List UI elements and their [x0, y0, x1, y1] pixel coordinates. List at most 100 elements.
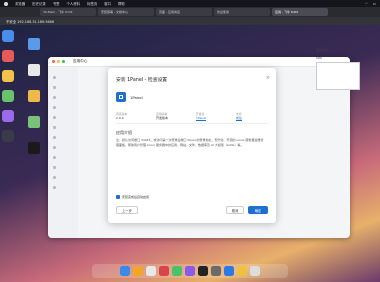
category-icon: [53, 95, 56, 99]
vscode-icon[interactable]: [224, 266, 234, 276]
tab-store[interactable]: 页面 - 应用商店: [156, 8, 212, 16]
sidebar-item[interactable]: [48, 112, 78, 122]
meta-value-version-required: 2.0.0: [116, 116, 124, 120]
sidebar-item[interactable]: [48, 82, 78, 92]
address-bar[interactable]: 不安全 192.168.31.189:5666: [0, 17, 380, 25]
trash-icon[interactable]: [250, 266, 260, 276]
desktop-icon-4[interactable]: [28, 116, 40, 128]
auto-start-label[interactable]: 安装完成后自动启用: [122, 195, 149, 199]
desktop-icon-1[interactable]: [28, 38, 40, 50]
launchpad-icon[interactable]: [133, 266, 143, 276]
apple-icon[interactable]: [4, 1, 8, 6]
confirm-button[interactable]: 确定: [248, 206, 268, 214]
desktop-icon-2[interactable]: [28, 64, 40, 76]
settings-app-icon[interactable]: [2, 90, 14, 102]
app-center-sidebar: [48, 67, 78, 238]
tab-fnos-apps[interactable]: 应用 - 飞牛 fnOS: [272, 8, 328, 16]
tab-docs[interactable]: 安装部署 - 文档中心: [98, 8, 154, 16]
category-icon: [53, 175, 56, 179]
close-window-icon[interactable]: [52, 60, 55, 63]
developer-link[interactable]: 1Panel: [196, 116, 206, 120]
files-app-icon[interactable]: [2, 30, 14, 42]
window-title: 应用中心: [73, 59, 88, 63]
divider: [116, 123, 268, 124]
terminal-app-icon[interactable]: [2, 110, 14, 122]
category-icon: [53, 105, 56, 109]
sidebar-item[interactable]: [48, 142, 78, 152]
desktop-icon-5[interactable]: [28, 142, 40, 154]
cancel-button[interactable]: 取消: [226, 206, 244, 214]
notes-icon[interactable]: [237, 266, 247, 276]
menu-profile[interactable]: 个人资料: [67, 1, 81, 6]
category-icon: [53, 75, 56, 79]
wechat-icon[interactable]: [172, 266, 182, 276]
music-icon[interactable]: [185, 266, 195, 276]
1panel-logo: [116, 92, 126, 102]
tab-fnos-mark[interactable]: 3X-Mark - 飞牛 fnOS: [40, 8, 96, 16]
menu-browser[interactable]: 浏览器: [15, 1, 25, 6]
close-icon[interactable]: ×: [266, 75, 270, 81]
tab-welcome[interactable]: 欢迎使用: [214, 8, 270, 16]
photo-icon: [28, 90, 40, 102]
meta-value-app-version: 开发版本: [156, 116, 169, 120]
dialog-title: 安装 1Panel - 检查设置: [116, 78, 168, 83]
sidebar-item[interactable]: [48, 92, 78, 102]
store-app-icon[interactable]: [2, 50, 14, 62]
settings-dock-icon[interactable]: [211, 266, 221, 276]
tab-bar: 3X-Mark - 飞牛 fnOS 安装部署 - 文档中心 页面 - 应用商店 …: [0, 7, 380, 17]
safari-icon[interactable]: [146, 266, 156, 276]
category-icon: [53, 85, 56, 89]
folder-icon: [28, 38, 40, 50]
sidebar-item[interactable]: [48, 122, 78, 132]
maximize-window-icon[interactable]: [62, 60, 65, 63]
app-description: 注：默认访问端口 34945，或访问第一次登录后端口 Panel 的登录地址，现…: [116, 138, 264, 147]
finder-icon[interactable]: [120, 266, 130, 276]
sidebar-item[interactable]: [48, 182, 78, 192]
sidebar-item[interactable]: [48, 152, 78, 162]
sidebar-item[interactable]: [48, 162, 78, 172]
wps-icon[interactable]: [159, 266, 169, 276]
battery-icon[interactable]: ▭: [373, 2, 376, 6]
cpu-graph: [316, 62, 360, 90]
menu-history[interactable]: 历史记录: [32, 1, 46, 6]
minimize-window-icon[interactable]: [57, 60, 60, 63]
sidebar-item[interactable]: [48, 132, 78, 142]
sidebar-item[interactable]: [48, 172, 78, 182]
category-icon: [53, 115, 56, 119]
sidebar-item[interactable]: [48, 102, 78, 112]
wifi-icon[interactable]: ◠: [365, 2, 368, 6]
auto-start-checkbox[interactable]: [116, 195, 120, 199]
sync-icon: [28, 116, 40, 128]
category-icon: [53, 135, 56, 139]
sidebar-item[interactable]: [48, 72, 78, 82]
menu-bookmarks[interactable]: 书签: [53, 1, 60, 6]
support-link[interactable]: 前往: [236, 116, 242, 120]
launcher-column: [0, 30, 16, 142]
document-icon: [28, 64, 40, 76]
menu-help[interactable]: 帮助: [118, 1, 125, 6]
back-button[interactable]: 上一步: [116, 206, 138, 214]
desktop-icons: [27, 38, 41, 154]
category-icon: [53, 125, 56, 129]
app-name: 1Panel: [130, 95, 143, 100]
category-icon: [53, 155, 56, 159]
status-icons: ◠ ▭: [365, 2, 376, 6]
photos-app-icon[interactable]: [2, 70, 14, 82]
logo-mark: [119, 95, 123, 99]
menu-bar: 浏览器 历史记录 书签 个人资料 标签页 窗口 帮助 ◠ ▭: [0, 0, 380, 7]
dock: [92, 264, 288, 278]
menu-window[interactable]: 窗口: [104, 1, 111, 6]
status-label: 运行状态: [316, 48, 329, 52]
category-icon: [53, 185, 56, 189]
terminal-dock-icon[interactable]: [198, 266, 208, 276]
terminal-icon: [28, 142, 40, 154]
install-dialog: 安装 1Panel - 检查设置 × 1Panel 所需版本 2.0.0 应用版…: [108, 68, 276, 223]
category-icon: [53, 165, 56, 169]
docker-app-icon[interactable]: [2, 130, 14, 142]
section-title: 应用介绍: [116, 130, 132, 135]
cpu-label: CPU: [316, 56, 323, 60]
menu-tabs[interactable]: 标签页: [87, 1, 97, 6]
category-icon: [53, 145, 56, 149]
window-titlebar: 应用中心: [48, 57, 350, 67]
desktop-icon-3[interactable]: [28, 90, 40, 102]
